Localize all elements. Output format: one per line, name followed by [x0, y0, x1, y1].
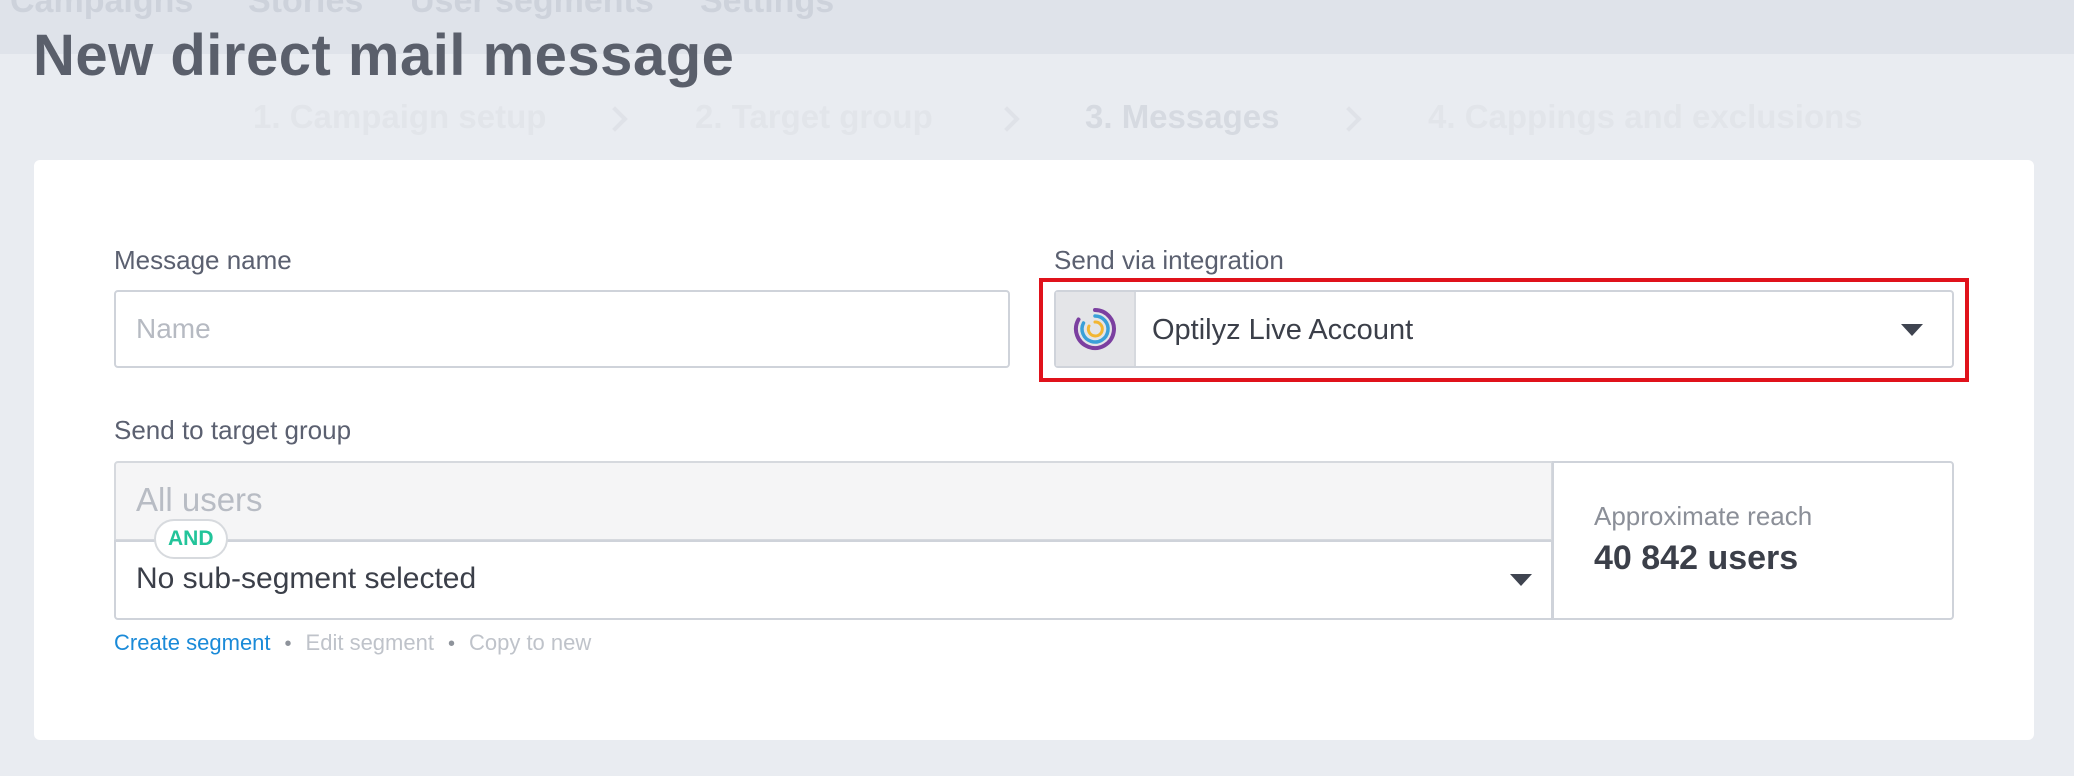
- integration-selected-value: Optilyz Live Account: [1152, 314, 1414, 346]
- reach-value: 40 842 users: [1594, 539, 1799, 577]
- message-name-label: Message name: [114, 245, 292, 275]
- message-name-input[interactable]: [114, 290, 1010, 368]
- sub-segment-value: No sub-segment selected: [136, 562, 477, 595]
- base-segment-value: All users: [136, 481, 263, 518]
- optilyz-logo-icon: [1073, 308, 1116, 350]
- sub-segment-select[interactable]: No sub-segment selected: [114, 540, 1553, 620]
- integration-label: Send via integration: [1054, 245, 1284, 275]
- integration-select[interactable]: Optilyz Live Account: [1054, 290, 1954, 368]
- message-form-card: Message name Send via integration Optily…: [34, 160, 2034, 740]
- nav-item-campaigns[interactable]: Campaigns: [10, 0, 193, 21]
- step-cappings-exclusions[interactable]: 4. Cappings and exclusions: [1428, 98, 1863, 136]
- chevron-right-icon: [1336, 106, 1362, 132]
- copy-to-new-link[interactable]: Copy to new: [469, 630, 591, 655]
- step-messages[interactable]: 3. Messages: [1085, 98, 1279, 136]
- step-target-group[interactable]: 2. Target group: [695, 98, 933, 136]
- separator-dot: •: [447, 633, 455, 655]
- integration-logo-box: [1056, 292, 1136, 366]
- page-title: New direct mail message: [33, 23, 735, 88]
- step-campaign-setup[interactable]: 1. Campaign setup: [253, 98, 546, 136]
- caret-down-icon[interactable]: [1510, 574, 1532, 586]
- reach-label: Approximate reach: [1594, 501, 1813, 531]
- separator-dot: •: [284, 633, 292, 655]
- target-group-label: Send to target group: [114, 415, 352, 445]
- nav-item-user-segments[interactable]: User segments: [410, 0, 654, 21]
- nav-item-settings[interactable]: Settings: [700, 0, 834, 21]
- segment-actions: Create segment • Edit segment • Copy to new: [114, 630, 591, 656]
- chevron-right-icon: [994, 106, 1020, 132]
- create-segment-link[interactable]: Create segment: [114, 630, 271, 655]
- and-operator-badge: AND: [154, 519, 228, 559]
- nav-item-stories[interactable]: Stories: [248, 0, 363, 21]
- base-segment-field: All users: [114, 461, 1553, 541]
- edit-segment-link[interactable]: Edit segment: [306, 630, 434, 655]
- chevron-right-icon: [602, 106, 628, 132]
- caret-down-icon[interactable]: [1901, 324, 1923, 336]
- wizard-steps: 1. Campaign setup 2. Target group 3. Mes…: [0, 98, 2074, 142]
- approximate-reach-panel: Approximate reach 40 842 users: [1552, 461, 1954, 620]
